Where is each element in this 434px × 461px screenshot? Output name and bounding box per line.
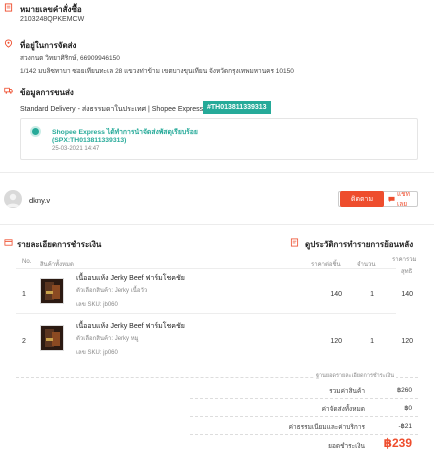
order-number-title: หมายเลขคำสั่งซื้อ <box>20 5 82 14</box>
tracking-event-sub: (SPX:TH013811339313) <box>52 137 127 144</box>
history-link[interactable]: ดูประวัติการทำรายการย้อนหลัง <box>305 238 413 251</box>
location-pin-icon <box>4 39 13 48</box>
payment-icon <box>4 239 13 246</box>
address-line: 1/142 มบลิซทาบา ซอยเทียนทะเล 28 แขวงท่าข… <box>20 68 294 75</box>
user-silhouette-icon <box>6 193 20 207</box>
shipping-title: ข้อมูลการขนส่ง <box>20 88 74 97</box>
timeline-current-dot <box>32 128 39 135</box>
summary-rule <box>190 416 418 417</box>
col-subtotal-b: สุทธิ <box>401 269 413 275</box>
summary-value: ฿260 <box>397 387 412 394</box>
history-icon <box>290 238 299 247</box>
item-total: 120 <box>401 338 413 345</box>
shipping-method: Standard Delivery - ส่งธรรมดาในประเทศ | … <box>20 106 204 113</box>
product-thumbnail[interactable] <box>40 325 64 351</box>
grand-total-label: ยอดชำระเงิน <box>328 443 365 450</box>
item-price: 120 <box>330 338 342 345</box>
item-no: 1 <box>22 291 26 298</box>
tracking-number-badge[interactable]: #TH013811339313 <box>203 101 271 114</box>
section-divider <box>0 172 434 173</box>
item-sku: เลข SKU: jb060 <box>76 302 118 308</box>
summary-label: รวมค่าสินค้า <box>329 388 365 395</box>
summary-value: ฿0 <box>404 405 412 412</box>
summary-label: ค่าจัดส่งทั้งหมด <box>321 406 365 413</box>
item-no: 2 <box>22 338 26 345</box>
item-name[interactable]: เนื้ออบแห้ง Jerky Beef ฟาร์มโชคชัย <box>76 273 185 284</box>
product-thumbnail[interactable] <box>40 278 64 304</box>
item-name[interactable]: เนื้ออบแห้ง Jerky Beef ฟาร์มโชคชัย <box>76 321 185 332</box>
address-name-phone: สวงกนต วิทยาศิริกษ์, 66909946150 <box>20 55 120 62</box>
chat-button-content[interactable]: แชทเลย <box>388 191 417 208</box>
item-total: 140 <box>401 291 413 298</box>
order-number-value: 2103248QPKEMCW <box>20 16 85 23</box>
jerky-pack-image <box>45 329 60 347</box>
row-rule <box>16 313 396 314</box>
summary-label: ค่าธรรมเนียมและค่าบริการ <box>288 424 365 431</box>
item-variant: ตัวเลือกสินค้า: Jerky หมู <box>76 336 139 342</box>
chat-button-label: แชทเลย <box>396 191 410 208</box>
item-variant: ตัวเลือกสินค้า: Jerky เนื้อวัว <box>76 288 148 294</box>
item-price: 140 <box>330 291 342 298</box>
payment-title: รายละเอียดการชำระเงิน <box>17 240 102 249</box>
summary-rule <box>190 434 418 435</box>
chat-icon <box>388 196 395 202</box>
receipt-icon <box>4 3 13 12</box>
col-no: No. <box>22 259 32 265</box>
header-rule <box>16 268 396 269</box>
summary-header: ฐานยอดรายละเอียดการชำระเงิน <box>314 372 396 380</box>
summary-value: -฿21 <box>398 423 412 430</box>
seller-name[interactable]: dkny.v <box>29 196 50 205</box>
tracking-event-time: 25-03-2021 14:47 <box>52 146 100 152</box>
col-subtotal-a: ราคารวม <box>392 257 417 263</box>
grand-total-value: ฿239 <box>383 436 412 450</box>
summary-rule <box>190 398 418 399</box>
item-qty: 1 <box>370 291 374 298</box>
section-divider-2 <box>0 224 434 225</box>
follow-button-top[interactable]: ติดตาม <box>340 191 384 207</box>
avatar[interactable] <box>4 190 22 208</box>
address-title: ที่อยู่ในการจัดส่ง <box>20 41 77 50</box>
tracking-event-title: Shopee Express ได้ทำการนำจัดส่งพัสดุเรีย… <box>52 129 198 136</box>
item-qty: 1 <box>370 338 374 345</box>
jerky-pack-image <box>45 282 60 300</box>
item-sku: เลข SKU: jp060 <box>76 350 118 356</box>
truck-icon <box>4 87 13 94</box>
